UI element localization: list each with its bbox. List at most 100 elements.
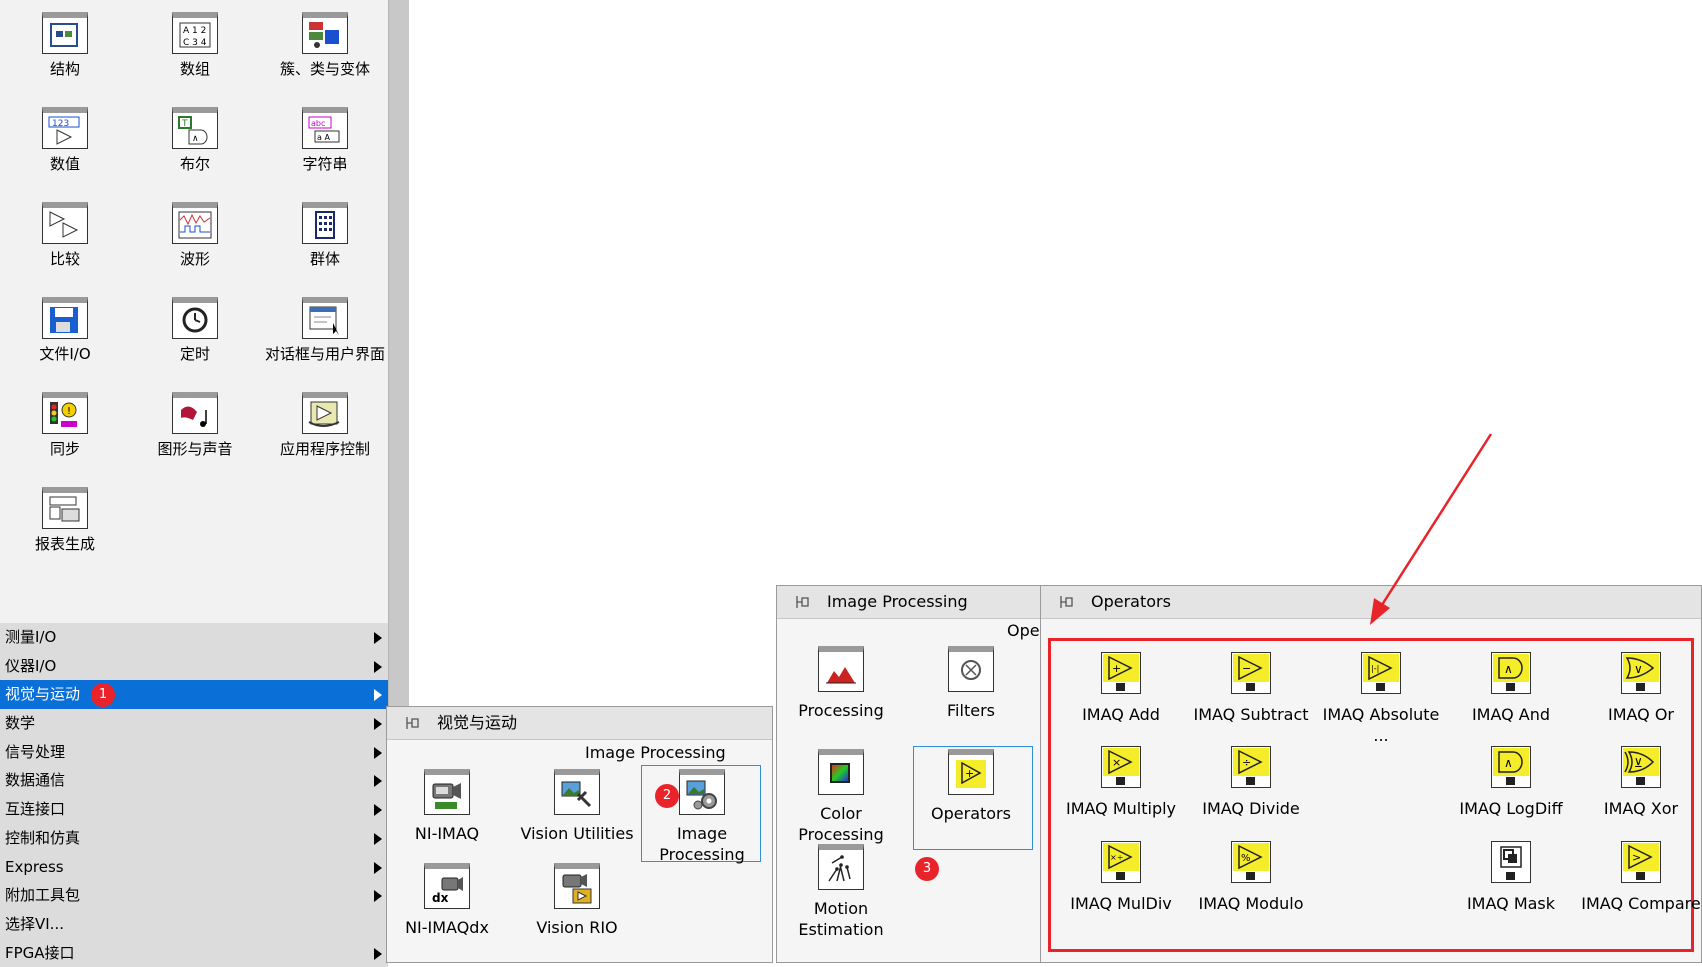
operator-imaq-compare[interactable]: > IMAQ Compare: [1576, 841, 1702, 914]
palette-tile-label: 应用程序控制: [279, 440, 370, 458]
category-vision-motion[interactable]: 视觉与运动: [0, 680, 388, 710]
palette-tile-label: 布尔: [179, 155, 210, 173]
vision-item-label: Image Processing: [659, 824, 745, 864]
svg-text:abc: abc: [311, 119, 325, 128]
numeric-icon: 123: [42, 107, 88, 149]
image-item-operators[interactable]: + Operators: [911, 749, 1031, 824]
submenu-arrow-icon: [374, 689, 382, 702]
palette-tile-file-io[interactable]: 文件I/O: [0, 285, 130, 380]
category-select-vi[interactable]: 选择VI...: [0, 909, 388, 939]
image-item-motion-estimation[interactable]: Motion Estimation: [781, 844, 901, 940]
palette-tile-boolean[interactable]: T ∧ 布尔: [130, 95, 260, 190]
palette-tile-label: 字符串: [302, 155, 348, 173]
category-data-communication[interactable]: 数据通信: [0, 766, 388, 796]
operator-imaq-and[interactable]: ∧ IMAQ And: [1446, 652, 1576, 725]
vision-item-ni-imaq[interactable]: NI-IMAQ: [387, 769, 507, 844]
image-item-label: Operators: [931, 804, 1011, 823]
image-item-processing[interactable]: Processing: [781, 646, 901, 721]
palette-tile-label: 簇、类与变体: [279, 60, 370, 78]
palette-tile-app-control[interactable]: 应用程序控制: [260, 380, 390, 475]
pin-icon[interactable]: [795, 595, 811, 609]
mask-operator-icon: [1491, 841, 1531, 883]
palette-tile-structure[interactable]: 结构: [0, 0, 130, 95]
vision-rio-icon: [554, 863, 600, 909]
vision-item-ni-imaqdx[interactable]: dx NI-IMAQdx: [387, 863, 507, 938]
vision-item-vision-utilities[interactable]: Vision Utilities: [517, 769, 637, 844]
palette-tile-label: 图形与声音: [157, 440, 233, 458]
boolean-icon: T ∧: [172, 107, 218, 149]
palette-tile-numeric[interactable]: 123 数值: [0, 95, 130, 190]
category-connectivity[interactable]: 互连接口: [0, 795, 388, 824]
operator-label: IMAQ Mask: [1466, 894, 1556, 913]
category-measurement-io[interactable]: 测量I/O: [0, 623, 388, 652]
category-instrument-io[interactable]: 仪器I/O: [0, 651, 388, 681]
operator-label: IMAQ Modulo: [1198, 894, 1304, 913]
palette-tile-group[interactable]: 群体: [260, 190, 390, 285]
panel-title: Operators: [1091, 592, 1171, 611]
image-item-filters[interactable]: Filters: [911, 646, 1031, 721]
svg-text:>: >: [1632, 851, 1641, 864]
palette-tile-report[interactable]: 报表生成: [0, 475, 130, 570]
category-express[interactable]: Express: [0, 852, 388, 882]
operator-imaq-add[interactable]: + IMAQ Add: [1056, 652, 1186, 725]
category-addons[interactable]: 附加工具包: [0, 881, 388, 910]
operator-label: IMAQ Divide: [1202, 799, 1300, 818]
vision-item-vision-rio[interactable]: Vision RIO: [517, 863, 637, 938]
string-icon: abc a A: [302, 107, 348, 149]
annotation-arrow-icon: [1370, 433, 1493, 625]
waveform-icon: [172, 202, 218, 244]
category-list: 测量I/O 仪器I/O 视觉与运动 数学 信号处理 数据通信 互连接口 控制和仿…: [0, 623, 388, 967]
palette-tile-dialog[interactable]: 对话框与用户界面: [260, 285, 390, 380]
submenu-arrow-icon: [374, 890, 382, 903]
svg-text:A 1 2: A 1 2: [183, 26, 206, 36]
palette-tile-cluster[interactable]: 簇、类与变体: [260, 0, 390, 95]
vision-item-image-processing[interactable]: Image Processing: [642, 769, 762, 865]
operator-imaq-subtract[interactable]: − IMAQ Subtract: [1186, 652, 1316, 725]
operator-imaq-logdiff[interactable]: ∧ IMAQ LogDiff: [1446, 746, 1576, 819]
svg-text:×: ×: [1112, 756, 1121, 769]
operators-icon: +: [948, 749, 994, 795]
palette-tile-string[interactable]: abc a A 字符串: [260, 95, 390, 190]
operator-label: IMAQ Subtract: [1193, 705, 1309, 724]
palette-tile-timing[interactable]: 定时: [130, 285, 260, 380]
submenu-arrow-icon: [374, 632, 382, 644]
category-label: Express: [5, 857, 64, 876]
camera-icon: [424, 769, 470, 815]
image-processing-icon: [679, 769, 725, 815]
operator-imaq-or[interactable]: ∨ IMAQ Or: [1576, 652, 1702, 725]
palette-tile-sync[interactable]: ! 同步: [0, 380, 130, 475]
operator-imaq-divide[interactable]: ÷ IMAQ Divide: [1186, 746, 1316, 819]
palette-tile-graphics-sound[interactable]: 图形与声音: [130, 380, 260, 475]
palette-tile-waveform[interactable]: 波形: [130, 190, 260, 285]
sync-icon: !: [42, 392, 88, 434]
operators-panel: Operators + IMAQ Add − IMAQ Subtract |-|…: [1040, 585, 1702, 963]
operator-imaq-mask[interactable]: IMAQ Mask: [1446, 841, 1576, 914]
operator-label: IMAQ MulDiv: [1070, 894, 1172, 913]
operator-imaq-absolute-difference[interactable]: |-| IMAQ Absolute ...: [1316, 652, 1446, 746]
category-label: 测量I/O: [5, 628, 57, 646]
image-item-label: Color Processing: [798, 804, 884, 844]
palette-tile-label: 波形: [179, 250, 210, 268]
palette-tile-label: 定时: [179, 345, 210, 363]
operator-imaq-multiply[interactable]: × IMAQ Multiply: [1056, 746, 1186, 819]
palette-tile-array[interactable]: A 1 2 C 3 4 数组: [130, 0, 260, 95]
report-icon: [42, 487, 88, 529]
vision-motion-panel: 视觉与运动 Image Processing NI-IMAQ Vision Ut…: [386, 706, 773, 963]
operator-imaq-modulo[interactable]: % IMAQ Modulo: [1186, 841, 1316, 914]
pin-icon[interactable]: [1059, 595, 1075, 609]
category-label: 视觉与运动: [5, 685, 81, 704]
image-item-color-processing[interactable]: Color Processing: [781, 749, 901, 845]
submenu-arrow-icon: [374, 861, 382, 874]
category-control-simulation[interactable]: 控制和仿真: [0, 823, 388, 853]
hover-label: Ope: [1007, 621, 1040, 640]
multiply-operator-icon: ×: [1101, 746, 1141, 788]
operator-imaq-xor[interactable]: ⊻ IMAQ Xor: [1576, 746, 1702, 819]
category-math[interactable]: 数学: [0, 709, 388, 738]
palette-tile-comparison[interactable]: 比较: [0, 190, 130, 285]
vision-item-label: Vision Utilities: [520, 824, 634, 843]
compare-operator-icon: >: [1621, 841, 1661, 883]
category-signal-processing[interactable]: 信号处理: [0, 737, 388, 767]
palette-tile-label: 数组: [179, 60, 210, 78]
pin-icon[interactable]: [405, 716, 421, 730]
operator-imaq-muldiv[interactable]: ×÷ IMAQ MulDiv: [1056, 841, 1186, 914]
